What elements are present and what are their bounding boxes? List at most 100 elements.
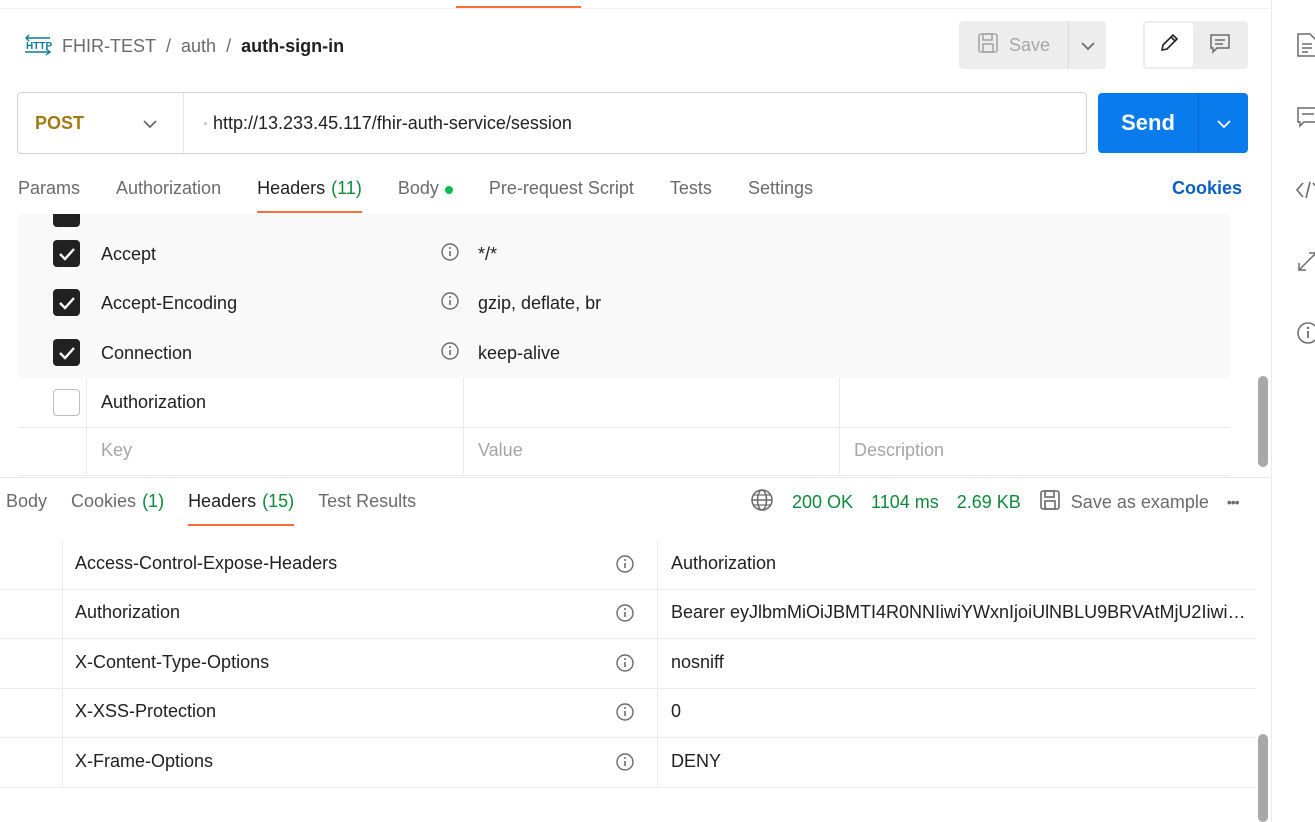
http-icon: HTTP — [24, 33, 52, 59]
save-options-dropdown[interactable] — [1069, 21, 1106, 69]
tab-tests[interactable]: Tests — [670, 172, 712, 212]
column-divider — [62, 540, 63, 590]
column-divider — [86, 426, 87, 476]
response-header-key: X-Content-Type-Options — [75, 652, 270, 672]
info-icon[interactable] — [615, 603, 635, 628]
request-url-bar: POST http://13.233.45.117/fhir-auth-serv… — [17, 92, 1087, 154]
response-meta: 200 OK 1104 ms 2.69 KB Save as example •… — [750, 488, 1240, 517]
table-row: X-Content-Type-Options nosniff — [0, 639, 1256, 689]
header-checkbox[interactable] — [53, 289, 80, 316]
breadcrumb-separator: / — [166, 35, 172, 56]
tab-label: Pre-request Script — [488, 178, 634, 198]
header-value[interactable]: gzip, deflate, br — [478, 293, 601, 314]
info-icon[interactable] — [615, 653, 635, 678]
url-text: http://13.233.45.117/fhir-auth-service/s… — [213, 112, 572, 133]
table-row: Authorization — [18, 378, 1230, 428]
send-button[interactable]: Send — [1098, 93, 1199, 153]
column-divider — [657, 738, 658, 788]
edit-button[interactable] — [1145, 23, 1193, 67]
column-divider — [839, 426, 840, 476]
save-as-example-button[interactable]: Save as example — [1039, 489, 1209, 516]
tab-authorization[interactable]: Authorization — [116, 172, 221, 212]
column-divider — [62, 738, 63, 788]
info-icon[interactable] — [615, 554, 635, 579]
url-input[interactable]: http://13.233.45.117/fhir-auth-service/s… — [184, 113, 572, 134]
header-key[interactable]: Accept-Encoding — [101, 293, 237, 314]
url-edit-marker — [204, 121, 207, 125]
tab-label: Authorization — [116, 178, 222, 198]
info-icon[interactable] — [440, 291, 460, 316]
more-options-button[interactable]: ••• — [1227, 494, 1240, 510]
document-icon[interactable] — [1296, 33, 1315, 57]
header-checkbox[interactable] — [53, 240, 80, 267]
column-divider — [657, 589, 658, 639]
response-scrollbar[interactable] — [1258, 734, 1268, 822]
arrows-icon[interactable] — [1296, 250, 1315, 274]
request-scrollbar[interactable] — [1258, 376, 1268, 467]
tab-settings[interactable]: Settings — [748, 172, 813, 212]
header-key[interactable]: Accept — [101, 244, 156, 265]
tab-headers[interactable]: Headers (11) — [257, 172, 362, 213]
info-icon[interactable] — [440, 242, 460, 267]
tab-pre-request-script[interactable]: Pre-request Script — [489, 172, 634, 212]
breadcrumb-request-name[interactable]: auth-sign-in — [241, 36, 344, 57]
table-row: Authorization Bearer eyJlbmMiOiJBMTI4R0N… — [0, 589, 1256, 639]
header-value[interactable]: */* — [478, 244, 497, 265]
column-divider — [62, 688, 63, 738]
tab-body[interactable]: Body — [398, 172, 453, 212]
header-checkbox[interactable] — [53, 389, 80, 416]
info-icon[interactable] — [615, 702, 635, 727]
tab-response-cookies[interactable]: Cookies (1) — [71, 486, 164, 526]
header-key[interactable]: Authorization — [101, 392, 206, 413]
table-row: X-Frame-Options DENY — [0, 738, 1256, 788]
tab-label: Settings — [747, 178, 813, 198]
save-button[interactable]: Save — [959, 21, 1069, 69]
breadcrumb-folder[interactable]: auth — [181, 36, 216, 57]
status-code[interactable]: 200 OK — [792, 492, 853, 513]
tab-response-body[interactable]: Body — [6, 486, 47, 526]
response-size[interactable]: 2.69 KB — [957, 492, 1021, 513]
header-value[interactable]: keep-alive — [478, 343, 560, 364]
globe-icon[interactable] — [750, 488, 774, 517]
chevron-down-icon — [1216, 113, 1231, 134]
tab-test-results[interactable]: Test Results — [318, 486, 416, 526]
value-placeholder[interactable]: Value — [478, 440, 523, 461]
response-header-key: X-XSS-Protection — [75, 701, 217, 721]
tab-params[interactable]: Params — [18, 172, 80, 212]
comments-button[interactable] — [1193, 23, 1246, 67]
key-placeholder[interactable]: Key — [101, 440, 132, 461]
tab-label: Cookies — [71, 491, 137, 511]
tab-strip-border — [0, 8, 1270, 9]
response-time[interactable]: 1104 ms — [871, 492, 939, 513]
info-icon[interactable] — [440, 341, 460, 366]
send-options-dropdown[interactable] — [1199, 93, 1248, 153]
column-divider — [657, 540, 658, 590]
info-icon[interactable] — [615, 752, 635, 777]
response-header-value: 0 — [671, 701, 682, 721]
tab-label: Body — [397, 178, 439, 198]
request-headers-table: Accept */* Accept-Encoding gzip, deflate… — [18, 214, 1230, 476]
table-row-new: Key Value Description — [18, 426, 1230, 476]
response-header-key: Access-Control-Expose-Headers — [75, 553, 338, 573]
info-icon[interactable] — [1296, 321, 1315, 345]
breadcrumb-collection[interactable]: FHIR-TEST — [62, 36, 156, 57]
tab-response-headers[interactable]: Headers (15) — [188, 486, 295, 526]
table-row: X-XSS-Protection 0 — [0, 688, 1256, 738]
code-icon[interactable] — [1296, 178, 1315, 202]
method-selector[interactable]: POST — [18, 93, 184, 153]
response-header-value: Authorization — [671, 553, 777, 573]
header-key[interactable]: Connection — [101, 343, 192, 364]
header-checkbox[interactable] — [53, 214, 80, 227]
comment-icon — [1209, 32, 1231, 59]
save-as-example-label: Save as example — [1070, 491, 1209, 512]
response-header-key: X-Frame-Options — [75, 751, 214, 771]
tab-label: Body — [6, 491, 48, 511]
description-placeholder[interactable]: Description — [854, 440, 944, 461]
method-label: POST — [35, 112, 85, 133]
tab-count: (15) — [262, 491, 295, 511]
cookies-link[interactable]: Cookies — [1172, 178, 1242, 199]
header-checkbox[interactable] — [53, 339, 80, 366]
comment-icon[interactable] — [1296, 105, 1315, 129]
column-divider — [463, 378, 464, 428]
pane-divider[interactable] — [0, 477, 1270, 478]
